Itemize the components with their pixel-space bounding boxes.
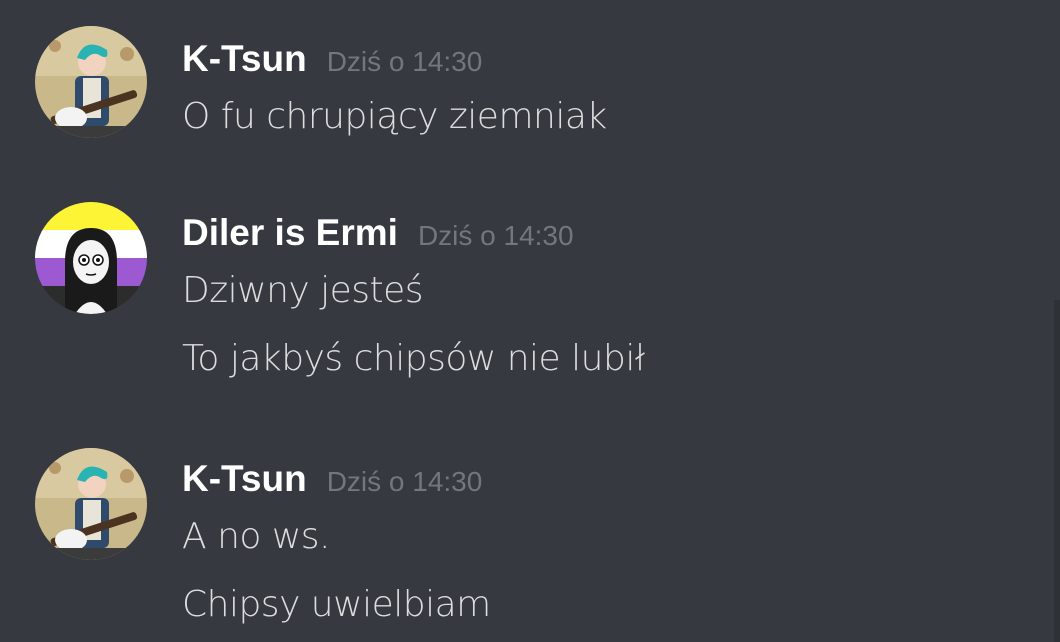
message-text: O fu chrupiący ziemniak: [182, 96, 607, 137]
guitar-character-avatar-icon: [35, 448, 147, 560]
timestamp[interactable]: Dziś o 14:30: [327, 466, 483, 497]
message-text: Dziwny jesteś: [182, 270, 424, 311]
timestamp[interactable]: Dziś o 14:30: [327, 46, 483, 77]
username[interactable]: K-Tsun: [182, 458, 307, 499]
message-header: K-Tsun Dziś o 14:30: [182, 38, 482, 80]
timestamp[interactable]: Dziś o 14:30: [418, 220, 574, 251]
avatar[interactable]: [35, 26, 147, 138]
nonbinary-flag-character-avatar-icon: [35, 202, 147, 314]
username[interactable]: Diler is Ermi: [182, 212, 398, 253]
chat-messages-pane: K-Tsun Dziś o 14:30 O fu chrupiący ziemni…: [0, 0, 1060, 642]
message-text: A no ws.: [182, 516, 331, 557]
scrollbar[interactable]: [1054, 300, 1060, 642]
message-text: To jakbyś chipsów nie lubił: [182, 338, 645, 379]
message-header: K-Tsun Dziś o 14:30: [182, 458, 482, 500]
avatar[interactable]: [35, 202, 147, 314]
guitar-character-avatar-icon: [35, 26, 147, 138]
message-header: Diler is Ermi Dziś o 14:30: [182, 212, 574, 254]
message-text: Chipsy uwielbiam: [182, 584, 491, 625]
avatar[interactable]: [35, 448, 147, 560]
username[interactable]: K-Tsun: [182, 38, 307, 79]
